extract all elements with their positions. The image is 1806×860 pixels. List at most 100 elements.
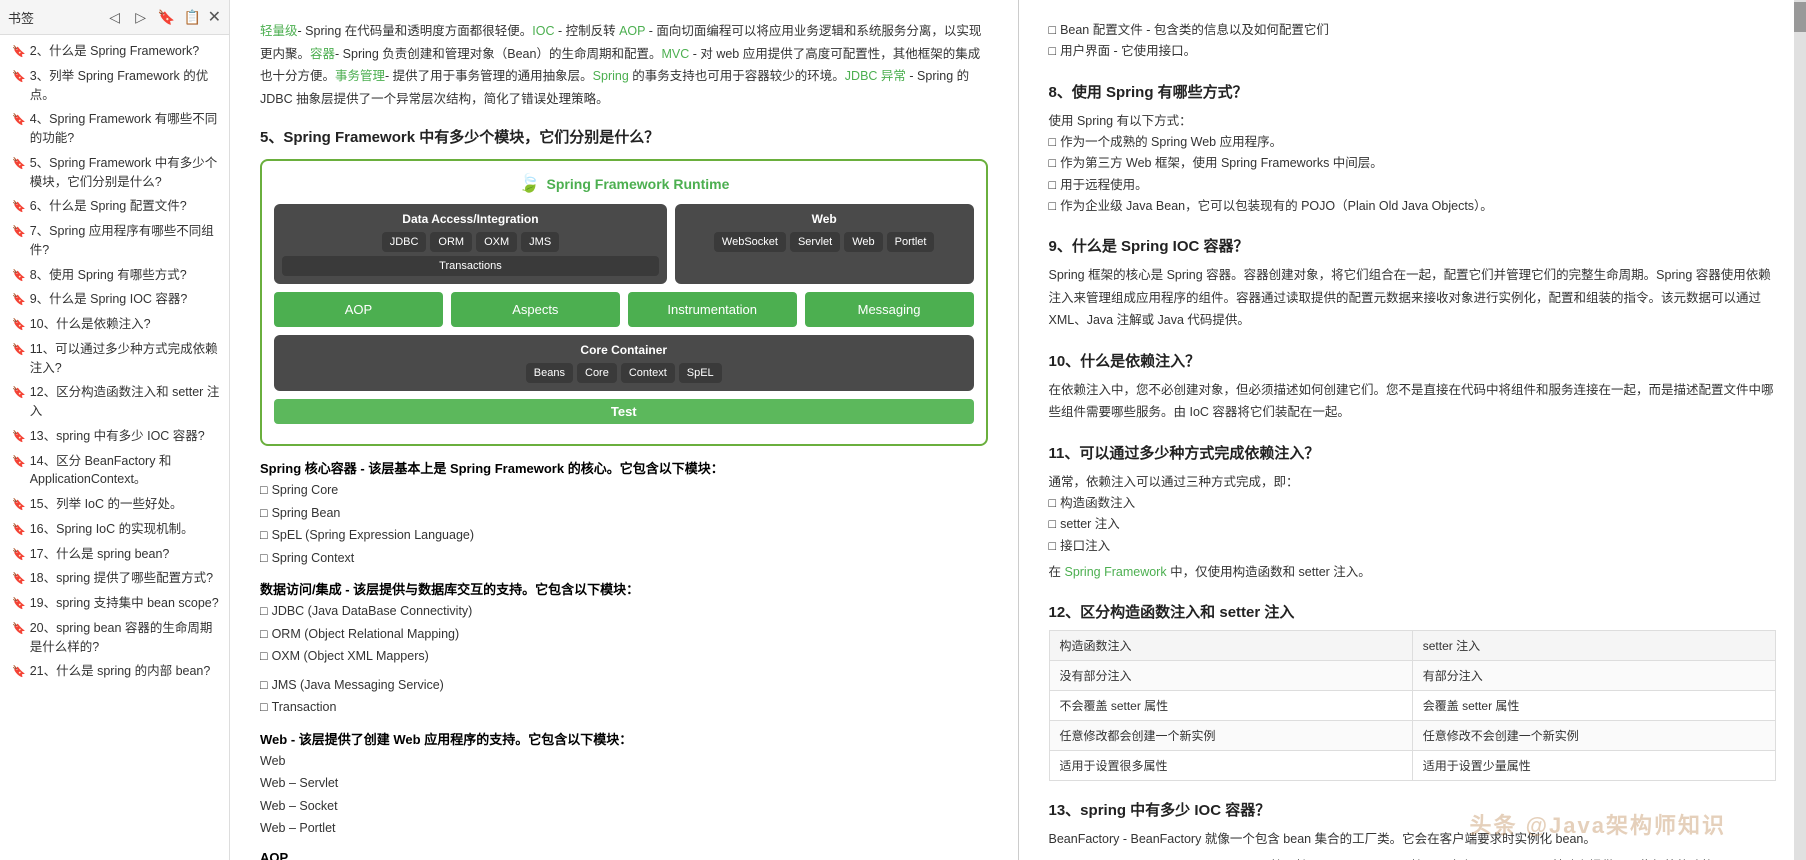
sidebar-item-14[interactable]: 🔖14、区分 BeanFactory 和 ApplicationContext。	[0, 449, 229, 493]
bookmark-icon: 🔖	[12, 268, 26, 285]
section13: 13、spring 中有多少 IOC 容器？ BeanFactory - Bea…	[1049, 799, 1777, 860]
section8-item-1: □作为一个成熟的 Spring Web 应用程序。	[1049, 132, 1777, 153]
jms-box: JMS	[521, 232, 559, 252]
bookmark-icon: 🔖	[12, 621, 26, 638]
sidebar-item-3[interactable]: 🔖3、列举 Spring Framework 的优点。	[0, 64, 229, 108]
data-access-item-3: □OXM (Object XML Mappers)	[260, 645, 988, 668]
data-access-item-5: □Transaction	[260, 696, 988, 719]
bookmark-icon: 🔖	[12, 664, 26, 681]
section11: 11、可以通过多少种方式完成依赖注入？ 通常，依赖注入可以通过三种方式完成，即：…	[1049, 442, 1777, 584]
scrollbar[interactable]	[1794, 0, 1806, 860]
table12-row-2: 不会覆盖 setter 属性 会覆盖 setter 属性	[1049, 691, 1776, 721]
web-section-title: Web	[683, 212, 966, 226]
diagram-row-1: Data Access/Integration JDBC ORM OXM JMS…	[274, 204, 974, 284]
jdbc-box: JDBC	[382, 232, 427, 252]
sidebar-item-21[interactable]: 🔖21、什么是 spring 的内部 bean?	[0, 659, 229, 684]
section11-item-3: □接口注入	[1049, 536, 1777, 557]
bookmark-icon: 🔖	[12, 224, 26, 241]
data-access-boxes: JDBC ORM OXM JMS	[282, 232, 659, 252]
orm-box: ORM	[430, 232, 472, 252]
test-box: Test	[274, 399, 974, 424]
diagram-title: 🍃 Spring Framework Runtime	[274, 173, 974, 194]
section8-item-4: □作为企业级 Java Bean，它可以包装现有的 POJO（Plain Old…	[1049, 196, 1777, 217]
oxm-box: OXM	[476, 232, 517, 252]
section10-text: 在依赖注入中，您不必创建对象，但必须描述如何创建它们。您不是直接在代码中将组件和…	[1049, 379, 1777, 424]
section13-text2: ApplicationContext - ApplicationContext …	[1049, 855, 1777, 860]
bean-item-2: □用户界面 - 它使用接口。	[1049, 41, 1777, 62]
beans-box: Beans	[526, 363, 573, 383]
sidebar-item-15[interactable]: 🔖15、列举 IoC 的一些好处。	[0, 492, 229, 517]
diagram-row-2: AOP Aspects Instrumentation Messaging	[274, 292, 974, 327]
sidebar-item-7[interactable]: 🔖7、Spring 应用程序有哪些不同组件?	[0, 219, 229, 263]
sidebar-item-20[interactable]: 🔖20、spring bean 容器的生命周期是什么样的?	[0, 616, 229, 660]
bookmark-icon: 🔖	[12, 292, 26, 309]
web-boxes: WebSocket Servlet Web Portlet	[683, 232, 966, 252]
sidebar-item-16[interactable]: 🔖16、Spring IoC 的实现机制。	[0, 517, 229, 542]
web-label: Web - 该层提供了创建 Web 应用程序的支持。它包含以下模块：	[260, 729, 988, 748]
section13-title: 13、spring 中有多少 IOC 容器？	[1049, 799, 1777, 820]
sidebar-item-5[interactable]: 🔖5、Spring Framework 中有多少个模块，它们分别是什么?	[0, 151, 229, 195]
data-access-item-2: □ORM (Object Relational Mapping)	[260, 623, 988, 646]
section11-item-2: □setter 注入	[1049, 514, 1777, 535]
diagram-row-3: Core Container Beans Core Context SpEL	[274, 335, 974, 391]
section11-intro: 通常，依赖注入可以通过三种方式完成，即：	[1049, 471, 1777, 494]
sidebar-item-2[interactable]: 🔖2、什么是 Spring Framework?	[0, 39, 229, 64]
web-section: Web WebSocket Servlet Web Portlet	[675, 204, 974, 284]
sidebar-close-icon[interactable]: ✕	[208, 7, 221, 27]
diagram-row-4: Test	[274, 399, 974, 424]
bookmark-icon: 🔖	[12, 199, 26, 216]
core-box: Core	[577, 363, 617, 383]
instrumentation-box: Instrumentation	[628, 292, 797, 327]
sidebar-item-11[interactable]: 🔖11、可以通过多少种方式完成依赖注入?	[0, 337, 229, 381]
section10: 10、什么是依赖注入？ 在依赖注入中，您不必创建对象，但必须描述如何创建它们。您…	[1049, 350, 1777, 424]
section8-title: 8、使用 Spring 有哪些方式？	[1049, 81, 1777, 102]
bookmark-icon: 🔖	[12, 522, 26, 539]
bookmark-icon: 🔖	[12, 454, 26, 471]
sidebar-item-4[interactable]: 🔖4、Spring Framework 有哪些不同的功能?	[0, 107, 229, 151]
core-section: Core Container Beans Core Context SpEL	[274, 335, 974, 391]
spring-leaf-icon: 🍃	[518, 173, 540, 194]
sidebar-item-19[interactable]: 🔖19、spring 支持集中 bean scope?	[0, 591, 229, 616]
transactions-box: Transactions	[282, 256, 659, 276]
sidebar-icon-bookmark2[interactable]: 📋	[182, 6, 204, 28]
sidebar-header: 书签 ◁ ▷ 🔖 📋 ✕	[0, 0, 229, 35]
spring-core-item-1: □Spring Core	[260, 479, 988, 502]
sidebar-item-13[interactable]: 🔖13、spring 中有多少 IOC 容器?	[0, 424, 229, 449]
bookmark-icon: 🔖	[12, 44, 26, 61]
sidebar: 书签 ◁ ▷ 🔖 📋 ✕ 🔖2、什么是 Spring Framework?🔖3、…	[0, 0, 230, 860]
section9: 9、什么是 Spring IOC 容器？ Spring 框架的核心是 Sprin…	[1049, 235, 1777, 332]
messaging-box: Messaging	[805, 292, 974, 327]
sidebar-item-12[interactable]: 🔖12、区分构造函数注入和 setter 注入	[0, 380, 229, 424]
spring-core-item-3: □SpEL (Spring Expression Language)	[260, 524, 988, 547]
bookmark-icon: 🔖	[12, 156, 26, 173]
web-item-3: Web – Socket	[260, 795, 988, 818]
sidebar-item-10[interactable]: 🔖10、什么是依赖注入?	[0, 312, 229, 337]
sidebar-item-6[interactable]: 🔖6、什么是 Spring 配置文件?	[0, 194, 229, 219]
sidebar-items-list: 🔖2、什么是 Spring Framework?🔖3、列举 Spring Fra…	[0, 35, 229, 860]
sidebar-item-8[interactable]: 🔖8、使用 Spring 有哪些方式?	[0, 263, 229, 288]
sidebar-icon-back[interactable]: ◁	[104, 6, 126, 28]
transactions-box-row: Transactions	[282, 256, 659, 276]
page-right: □Bean 配置文件 - 包含类的信息以及如何配置它们 □用户界面 - 它使用接…	[1019, 0, 1806, 860]
spring-core-item-2: □Spring Bean	[260, 502, 988, 525]
section12-title: 12、区分构造函数注入和 setter 注入	[1049, 601, 1777, 622]
spring-core-label: Spring 核心容器 - 该层基本上是 Spring Framework 的核…	[260, 458, 988, 477]
section12: 12、区分构造函数注入和 setter 注入 构造函数注入 setter 注入 …	[1049, 601, 1777, 781]
aspects-box: Aspects	[451, 292, 620, 327]
data-access-item-4: □JMS (Java Messaging Service)	[260, 674, 988, 697]
sidebar-icon-forward[interactable]: ▷	[130, 6, 152, 28]
core-boxes: Beans Core Context SpEL	[282, 363, 966, 383]
section11-title: 11、可以通过多少种方式完成依赖注入？	[1049, 442, 1777, 463]
intro-paragraph: 轻量级- Spring 在代码量和透明度方面都很轻便。IOC - 控制反转 AO…	[260, 20, 988, 110]
scroll-thumb[interactable]	[1794, 2, 1806, 32]
bookmark-icon: 🔖	[12, 429, 26, 446]
bean-config-section: □Bean 配置文件 - 包含类的信息以及如何配置它们 □用户界面 - 它使用接…	[1049, 20, 1777, 63]
sidebar-item-17[interactable]: 🔖17、什么是 spring bean?	[0, 542, 229, 567]
sidebar-header-left: 书签	[8, 8, 34, 27]
sidebar-item-18[interactable]: 🔖18、spring 提供了哪些配置方式?	[0, 566, 229, 591]
sidebar-item-9[interactable]: 🔖9、什么是 Spring IOC 容器?	[0, 287, 229, 312]
sidebar-icon-bookmark[interactable]: 🔖	[156, 6, 178, 28]
table12-row-1: 没有部分注入 有部分注入	[1049, 661, 1776, 691]
table12-row-3: 任意修改都会创建一个新实例 任意修改不会创建一个新实例	[1049, 721, 1776, 751]
bookmark-icon: 🔖	[12, 497, 26, 514]
